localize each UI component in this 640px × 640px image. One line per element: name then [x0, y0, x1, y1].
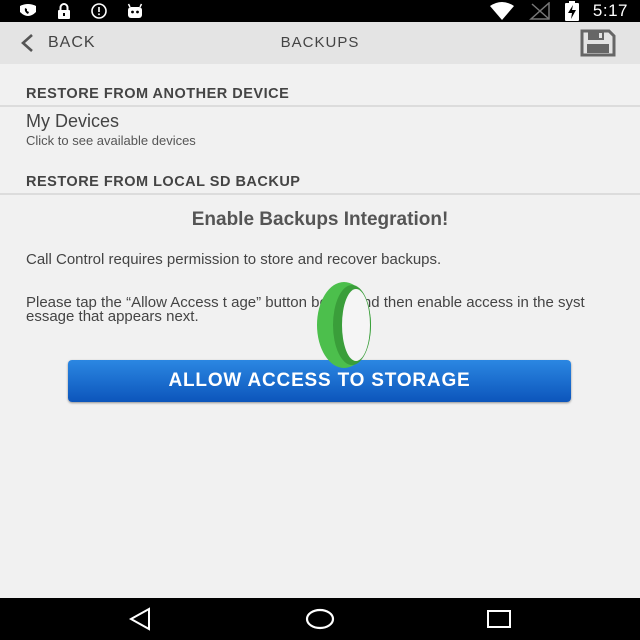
navigation-bar [0, 598, 640, 640]
permission-title: Enable Backups Integration! [191, 209, 449, 230]
no-signal-icon [528, 2, 550, 20]
phone-shield-icon [20, 4, 36, 16]
divider [0, 193, 640, 195]
status-left-icons [18, 2, 144, 20]
back-label: BACK [48, 34, 96, 51]
touch-indicator-icon [317, 282, 371, 368]
back-triangle-icon[interactable] [121, 605, 161, 633]
section-header-remote: RESTORE FROM ANOTHER DEVICE [26, 86, 290, 102]
android-robot-icon [127, 3, 143, 18]
permission-paragraph-1: Call Control requires permission to stor… [26, 251, 442, 268]
info-circle-icon [91, 3, 107, 19]
floppy-disk-icon[interactable] [580, 29, 616, 57]
section-header-local: RESTORE FROM LOCAL SD BACKUP [26, 174, 301, 190]
battery-charging-icon [564, 1, 579, 21]
status-time: 5:17 [592, 1, 628, 20]
my-devices-title: My Devices [26, 111, 120, 131]
recents-square-icon[interactable] [479, 605, 519, 633]
my-devices-subtitle: Click to see available devices [26, 133, 196, 148]
wifi-icon [489, 2, 514, 20]
status-bar: 5:17 [0, 0, 640, 22]
divider [0, 105, 640, 107]
page-title: BACKUPS [280, 34, 360, 51]
back-button[interactable]: BACK [20, 22, 96, 64]
lock-icon [58, 3, 70, 19]
home-circle-icon[interactable] [300, 605, 340, 633]
status-right-icons: 5:17 [489, 0, 628, 22]
action-bar: BACK BACKUPS [0, 22, 640, 64]
chevron-left-icon [21, 34, 33, 52]
